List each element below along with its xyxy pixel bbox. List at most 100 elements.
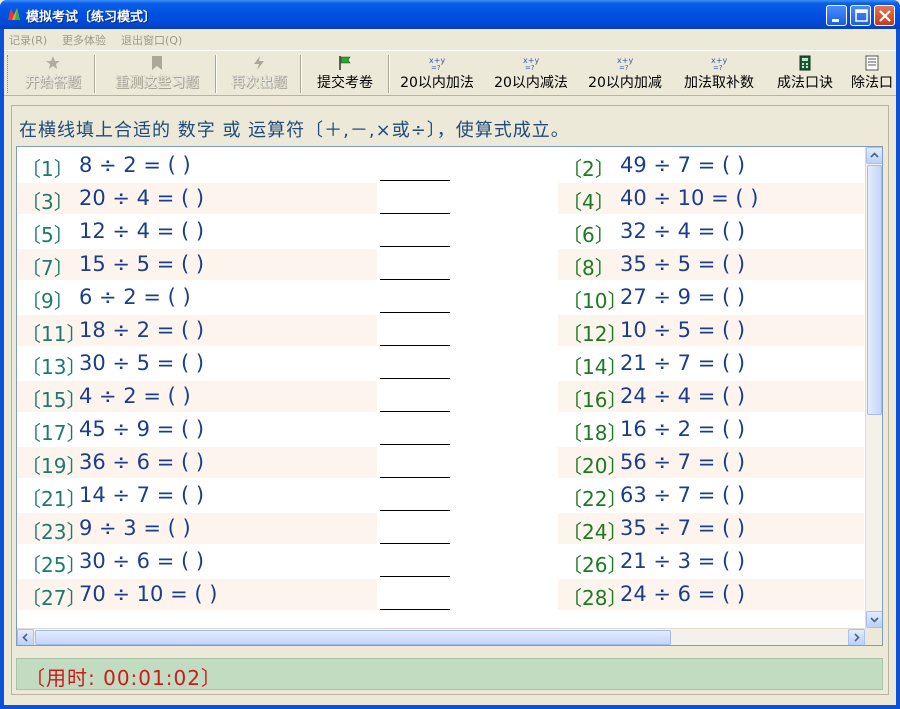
answer-blank[interactable] — [380, 513, 450, 544]
question-number: 〔10〕 — [562, 289, 628, 313]
question-expression: 20 ÷ 4 = ( ) — [79, 186, 205, 210]
menu-record[interactable]: 记录(R) — [9, 32, 47, 48]
add-within-20-button[interactable]: x+y =? 20以内加法 — [394, 53, 480, 95]
horizontal-scroll-thumb[interactable] — [35, 630, 671, 645]
question-expression: 35 ÷ 5 = ( ) — [620, 252, 746, 276]
subtract-within-20-button[interactable]: x+y =? 20以内减法 — [488, 53, 574, 95]
question-row: 〔17〕 45 ÷ 9 = ( ) — [17, 414, 377, 445]
subtract-within-20-label: 20以内减法 — [494, 75, 568, 91]
xy-formula-icon: x+y=? — [523, 56, 539, 71]
question-expression: 16 ÷ 2 = ( ) — [620, 417, 746, 441]
question-row: 〔2〕 49 ÷ 7 = ( ) — [558, 150, 864, 181]
scroll-up-button[interactable] — [866, 147, 882, 164]
minimize-button[interactable] — [826, 5, 847, 26]
vertical-scroll-thumb[interactable] — [867, 165, 882, 415]
flag-icon — [339, 56, 351, 70]
question-expression: 6 ÷ 2 = ( ) — [79, 285, 191, 309]
answer-blank[interactable] — [380, 348, 450, 379]
calculator-icon — [799, 55, 811, 71]
question-number: 〔9〕 — [21, 289, 74, 313]
horizontal-scrollbar[interactable] — [17, 628, 865, 645]
add-subtract-within-20-button[interactable]: x+y =? 20以内加减 — [582, 53, 668, 95]
question-number: 〔12〕 — [562, 322, 628, 346]
question-number: 〔1〕 — [21, 157, 74, 181]
answer-blank[interactable] — [380, 249, 450, 280]
answer-blank[interactable] — [380, 315, 450, 346]
vertical-scrollbar[interactable] — [865, 147, 882, 628]
add-within-20-label: 20以内加法 — [400, 75, 474, 91]
question-row: 〔1〕 8 ÷ 2 = ( ) — [17, 150, 377, 181]
question-row: 〔26〕 21 ÷ 3 = ( ) — [558, 546, 864, 577]
answer-blank[interactable] — [380, 414, 450, 445]
question-row: 〔20〕 56 ÷ 7 = ( ) — [558, 447, 864, 478]
star-pin-icon — [46, 56, 60, 69]
answer-blank[interactable] — [380, 381, 450, 412]
svg-text:=?: =? — [619, 64, 629, 71]
question-row: 〔11〕 18 ÷ 2 = ( ) — [17, 315, 377, 346]
question-number: 〔23〕 — [21, 520, 87, 544]
question-number: 〔28〕 — [562, 586, 628, 610]
question-number: 〔24〕 — [562, 520, 628, 544]
menu-more-experience[interactable]: 更多体验 — [62, 32, 106, 48]
question-expression: 45 ÷ 9 = ( ) — [79, 417, 205, 441]
document-icon — [865, 55, 879, 71]
answer-blank[interactable] — [380, 546, 450, 577]
add-complement-button[interactable]: x+y =? 加法取补数 — [676, 53, 762, 95]
question-number: 〔3〕 — [21, 190, 74, 214]
question-expression: 14 ÷ 7 = ( ) — [79, 483, 205, 507]
question-number: 〔21〕 — [21, 487, 87, 511]
title-bar[interactable]: 模拟考试〔练习模式〕 — [0, 0, 900, 29]
start-answering-button[interactable]: 开始答题 — [16, 53, 90, 95]
question-expression: 12 ÷ 4 = ( ) — [79, 219, 205, 243]
scroll-left-button[interactable] — [17, 629, 34, 645]
multiplication-table-button[interactable]: 成法口诀 — [770, 53, 840, 95]
question-row: 〔24〕 35 ÷ 7 = ( ) — [558, 513, 864, 544]
question-row: 〔16〕 24 ÷ 4 = ( ) — [558, 381, 864, 412]
add-complement-label: 加法取补数 — [684, 75, 754, 91]
question-number: 〔8〕 — [562, 256, 615, 280]
question-row: 〔7〕 15 ÷ 5 = ( ) — [17, 249, 377, 280]
question-expression: 21 ÷ 7 = ( ) — [620, 351, 746, 375]
answer-blank[interactable] — [380, 216, 450, 247]
question-expression: 30 ÷ 5 = ( ) — [79, 351, 205, 375]
question-expression: 40 ÷ 10 = ( ) — [620, 186, 759, 210]
question-row: 〔21〕 14 ÷ 7 = ( ) — [17, 480, 377, 511]
question-row: 〔22〕 63 ÷ 7 = ( ) — [558, 480, 864, 511]
answer-blank[interactable] — [380, 282, 450, 313]
svg-text:=?: =? — [525, 64, 535, 71]
question-number: 〔5〕 — [21, 223, 74, 247]
answer-blank[interactable] — [380, 183, 450, 214]
regenerate-label: 再次出题 — [231, 75, 287, 91]
question-expression: 24 ÷ 4 = ( ) — [620, 384, 746, 408]
maximize-button[interactable] — [850, 5, 871, 26]
scroll-right-button[interactable] — [848, 629, 865, 645]
question-row: 〔18〕 16 ÷ 2 = ( ) — [558, 414, 864, 445]
question-expression: 27 ÷ 9 = ( ) — [620, 285, 746, 309]
menu-bar: 记录(R) 更多体验 退出窗口(Q) — [4, 29, 896, 49]
instruction-text: 在横线填上合适的 数字 或 运算符〔＋,－,×或÷〕，使算式成立。 — [19, 120, 570, 141]
question-number: 〔19〕 — [21, 454, 87, 478]
answer-blank[interactable] — [380, 579, 450, 610]
answer-blank[interactable] — [380, 150, 450, 181]
question-number: 〔4〕 — [562, 190, 615, 214]
question-number: 〔7〕 — [21, 256, 74, 280]
regenerate-button[interactable]: 再次出题 — [222, 53, 296, 95]
start-answering-label: 开始答题 — [25, 75, 81, 91]
question-row: 〔3〕 20 ÷ 4 = ( ) — [17, 183, 377, 214]
division-table-button[interactable]: 除法口 — [848, 53, 896, 95]
retest-button[interactable]: 重测这些习题 — [102, 53, 212, 95]
question-list[interactable]: 〔1〕 8 ÷ 2 = ( ) 〔2〕 49 ÷ 7 = ( ) 〔3〕 20 ÷ 4 =… — [16, 146, 883, 646]
submit-exam-button[interactable]: 提交考卷 — [306, 53, 384, 95]
division-table-label: 除法口 — [851, 75, 893, 91]
answer-blank[interactable] — [380, 447, 450, 478]
toolbar-separator — [300, 55, 302, 93]
question-expression: 56 ÷ 7 = ( ) — [620, 450, 746, 474]
answer-blank[interactable] — [380, 480, 450, 511]
minimize-icon — [832, 19, 839, 22]
scroll-down-button[interactable] — [866, 611, 882, 628]
close-button[interactable] — [874, 5, 895, 26]
toolbar-grip[interactable] — [7, 55, 10, 93]
question-number: 〔17〕 — [21, 421, 87, 445]
maximize-icon — [855, 9, 868, 22]
menu-exit-window[interactable]: 退出窗口(Q) — [121, 32, 182, 48]
